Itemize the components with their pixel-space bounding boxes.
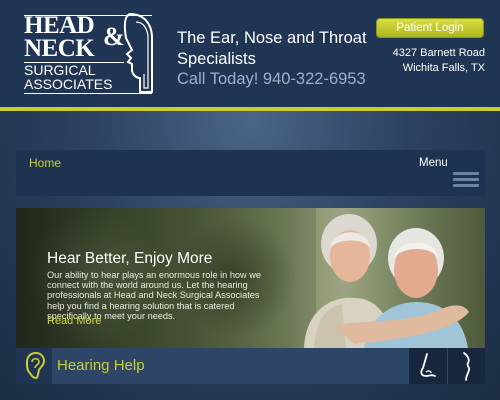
header-divider xyxy=(0,107,500,111)
hero-description: Our ability to hear plays an enormous ro… xyxy=(47,270,261,321)
nose-tab[interactable] xyxy=(409,348,447,384)
head-profile-icon xyxy=(123,12,153,93)
patient-login-button[interactable]: Patient Login xyxy=(376,18,484,38)
hero-banner: Hear Better, Enjoy More Our ability to h… xyxy=(16,208,485,348)
main-nav: Home Menu xyxy=(16,150,485,196)
hamburger-menu-icon[interactable] xyxy=(453,172,479,190)
ear-icon xyxy=(25,351,46,380)
throat-tab[interactable] xyxy=(447,348,485,384)
address-street: 4327 Barnett Road xyxy=(392,47,485,59)
hero-photo-couple xyxy=(304,214,469,348)
hero-title: Hear Better, Enjoy More xyxy=(47,250,213,267)
ear-tab[interactable] xyxy=(16,348,52,384)
nose-icon xyxy=(420,353,436,377)
site-tagline: The Ear, Nose and Throat Specialists xyxy=(177,29,367,68)
specialty-bar: Hearing Help xyxy=(16,348,485,384)
throat-icon xyxy=(463,352,471,381)
address: 4327 Barnett Road Wichita Falls, TX xyxy=(393,46,485,76)
address-city: Wichita Falls, TX xyxy=(402,62,485,74)
nav-home-link[interactable]: Home xyxy=(29,156,61,170)
logo[interactable]: HEAD NECK & SURGICAL ASSOCIATES xyxy=(24,12,154,96)
hearing-help-link[interactable]: Hearing Help xyxy=(57,357,145,374)
logo-associates-text: ASSOCIATES xyxy=(24,76,113,92)
logo-neck-text: NECK xyxy=(24,35,95,62)
read-more-link[interactable]: Read More xyxy=(47,315,101,327)
phone-number[interactable]: Call Today! 940-322-6953 xyxy=(177,70,366,89)
menu-label[interactable]: Menu xyxy=(419,157,448,169)
site-header: HEAD NECK & SURGICAL ASSOCIATES The Ear,… xyxy=(0,0,500,108)
